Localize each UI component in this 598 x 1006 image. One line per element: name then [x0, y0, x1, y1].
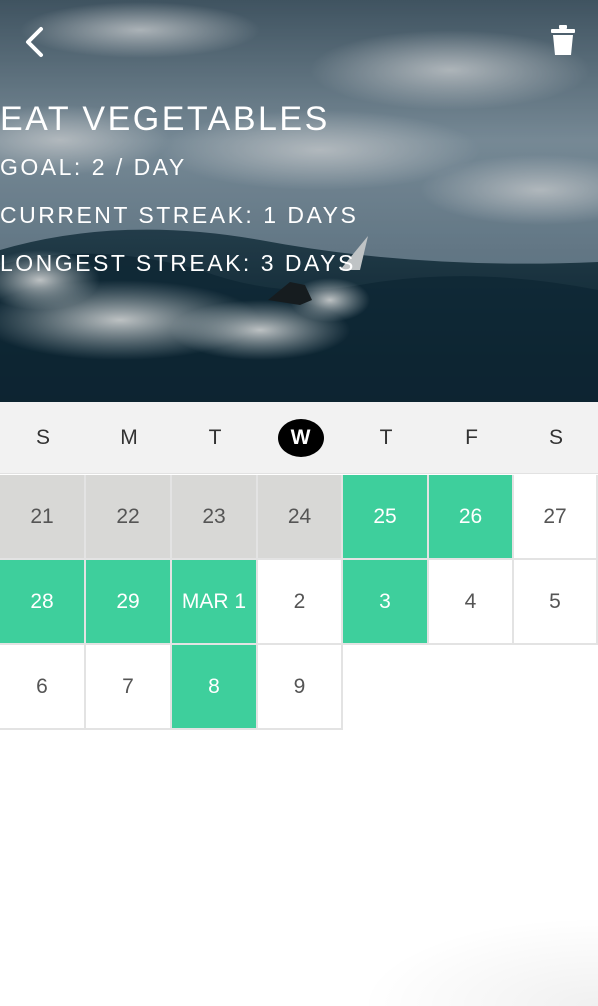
calendar-day-cell[interactable]: 2 [258, 560, 343, 645]
calendar-day-cell[interactable]: 4 [429, 560, 514, 645]
calendar-day-cell[interactable]: MAR 1 [172, 560, 258, 645]
calendar-day-cell[interactable]: 25 [343, 475, 429, 560]
calendar-day-cell[interactable]: 9 [258, 645, 343, 730]
weekday-letter: F [465, 426, 478, 449]
longest-streak-text: LONGEST STREAK: 3 DAYS [0, 250, 356, 276]
calendar-day-cell[interactable]: 29 [86, 560, 172, 645]
calendar-day-cell[interactable]: 8 [172, 645, 258, 730]
weekday-label: T [185, 402, 245, 474]
weekday-letter: T [379, 426, 393, 449]
calendar-day-cell[interactable]: 7 [86, 645, 172, 730]
calendar-day-cell[interactable]: 24 [258, 475, 343, 560]
today-weekday-badge: W [277, 419, 324, 457]
goal-text: GOAL: 2 / DAY [0, 154, 187, 180]
calendar-day-cell[interactable]: 28 [0, 560, 86, 645]
hero-banner: EAT VEGETABLES GOAL: 2 / DAY CURRENT STR… [0, 0, 598, 402]
weekday-label: F [442, 402, 502, 474]
calendar-day-cell[interactable]: 27 [514, 475, 598, 560]
weekday-letter: S [35, 426, 50, 449]
calendar-day-cell[interactable]: 23 [172, 475, 258, 560]
weekday-header: SMTWTFS [0, 402, 598, 474]
bottom-shadow [358, 916, 598, 1006]
calendar-day-cell[interactable]: 26 [429, 475, 514, 560]
weekday-label: M [99, 402, 159, 474]
calendar-day-cell[interactable]: 3 [343, 560, 429, 645]
habit-title: EAT VEGETABLES [0, 100, 330, 138]
weekday-label: W [271, 402, 331, 474]
weekday-letter: T [208, 426, 222, 449]
back-button[interactable] [18, 22, 50, 62]
trash-icon [551, 25, 575, 55]
current-streak-text: CURRENT STREAK: 1 DAYS [0, 202, 359, 228]
weekday-label: S [526, 402, 586, 474]
weekday-letter: M [120, 426, 138, 449]
calendar-day-cell[interactable]: 22 [86, 475, 172, 560]
weekday-label: T [356, 402, 416, 474]
delete-habit-button[interactable] [546, 20, 580, 60]
calendar-day-cell[interactable]: 21 [0, 475, 86, 560]
chevron-left-icon [26, 27, 43, 57]
calendar-day-cell[interactable]: 5 [514, 560, 598, 645]
hero-overlay [0, 0, 598, 402]
weekday-letter: S [548, 426, 563, 449]
calendar-day-cell[interactable]: 6 [0, 645, 86, 730]
weekday-label: S [13, 402, 73, 474]
